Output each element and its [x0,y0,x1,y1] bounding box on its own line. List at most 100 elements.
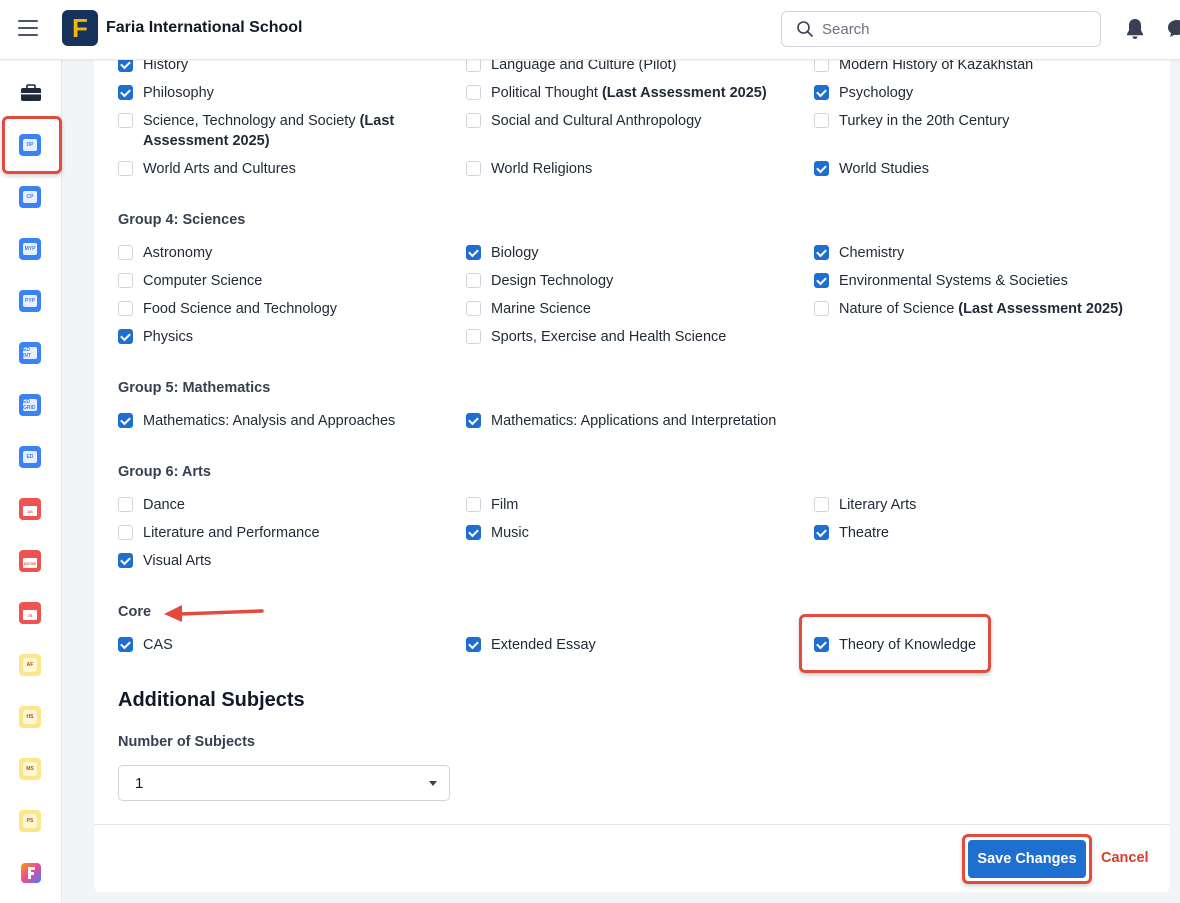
ed-grid-app-icon[interactable]: ED GRID [19,394,41,416]
subject-sports-exercise-health[interactable]: Sports, Exercise and Health Science [466,327,726,347]
checkbox[interactable] [118,273,133,288]
js-app-icon[interactable]: JS [19,602,41,624]
checkbox[interactable] [814,85,829,100]
subject-political-thought[interactable]: Political Thought (Last Assessment 2025) [466,83,767,103]
subject-music[interactable]: Music [466,523,529,543]
checkbox[interactable] [814,161,829,176]
checkbox[interactable] [118,161,133,176]
checkbox[interactable] [814,245,829,260]
briefcase-icon[interactable] [20,84,42,102]
subject-world-religions[interactable]: World Religions [466,159,592,179]
subject-literary-arts[interactable]: Literary Arts [814,495,916,515]
hamburger-menu-icon[interactable] [18,20,38,36]
hs-app-icon[interactable]: HS [19,706,41,728]
subject-theatre[interactable]: Theatre [814,523,889,543]
caret-down-icon [429,781,437,786]
subject-philosophy[interactable]: Philosophy [118,83,214,103]
myp-app-icon[interactable]: MYP [19,238,41,260]
subject-extended-essay[interactable]: Extended Essay [466,635,596,655]
save-changes-button[interactable]: Save Changes [968,840,1086,878]
checkbox[interactable] [466,85,481,100]
checkbox[interactable] [466,245,481,260]
subject-design-technology[interactable]: Design Technology [466,271,613,291]
checkbox[interactable] [118,301,133,316]
subject-psychology[interactable]: Psychology [814,83,913,103]
ps-app-label: PS [23,814,37,828]
checkbox[interactable] [466,301,481,316]
checkbox[interactable] [118,113,133,128]
checkbox[interactable] [118,525,133,540]
checkbox[interactable] [118,553,133,568]
checkbox[interactable] [814,497,829,512]
subject-dance[interactable]: Dance [118,495,185,515]
school-logo[interactable]: F [62,10,98,46]
cancel-link[interactable]: Cancel [1101,850,1149,866]
subject-suffix: (Last Assessment 2025) [601,85,767,101]
subject-physics[interactable]: Physics [118,327,193,347]
ps-app-icon[interactable]: PS [19,810,41,832]
checkbox[interactable] [118,245,133,260]
checkbox[interactable] [118,637,133,652]
checkbox[interactable] [814,113,829,128]
subject-cas[interactable]: CAS [118,635,173,655]
dp-app-icon[interactable]: DP [19,134,41,156]
faria-app-icon[interactable] [20,862,42,884]
checkbox[interactable] [466,525,481,540]
checkbox[interactable] [118,329,133,344]
subject-label: Biology [491,245,539,261]
subject-theory-of-knowledge[interactable]: Theory of Knowledge [814,635,976,655]
subject-chemistry[interactable]: Chemistry [814,243,904,263]
checkbox[interactable] [118,85,133,100]
checkbox[interactable] [814,525,829,540]
subject-environmental-systems[interactable]: Environmental Systems & Societies [814,271,1068,291]
subject-world-studies[interactable]: World Studies [814,159,929,179]
search-box[interactable] [781,11,1101,47]
checkbox[interactable] [466,329,481,344]
group-4-title: Group 4: Sciences [118,212,246,228]
checkbox[interactable] [466,637,481,652]
subject-world-arts-cultures[interactable]: World Arts and Cultures [118,159,296,179]
cp-app-label: CP [23,191,37,203]
chat-icon[interactable] [1166,18,1180,40]
subject-food-science[interactable]: Food Science and Technology [118,299,337,319]
subject-nature-of-science[interactable]: Nature of Science (Last Assessment 2025) [814,299,1123,319]
subject-astronomy[interactable]: Astronomy [118,243,212,263]
pyp-app-icon[interactable]: PYP [19,290,41,312]
subject-visual-arts[interactable]: Visual Arts [118,551,211,571]
ed-app-label: ED [23,451,37,463]
subject-literature-performance[interactable]: Literature and Performance [118,523,320,543]
checkbox[interactable] [118,413,133,428]
subject-math-applications[interactable]: Mathematics: Applications and Interpreta… [466,411,776,431]
subject-computer-science[interactable]: Computer Science [118,271,262,291]
checkbox[interactable] [814,301,829,316]
checkbox[interactable] [466,273,481,288]
as-app-icon[interactable]: AS [19,498,41,520]
subject-label: Marine Science [491,301,591,317]
bell-icon[interactable] [1124,17,1146,41]
additional-subjects-title: Additional Subjects [118,689,305,711]
subject-science-technology-society[interactable]: Science, Technology and Society (Last Ass… [118,111,438,151]
ms-app-icon[interactable]: MS [19,758,41,780]
af-app-icon[interactable]: AF [19,654,41,676]
checkbox[interactable] [466,113,481,128]
search-icon [797,21,813,37]
checkbox[interactable] [814,273,829,288]
cp-app-icon[interactable]: CP [19,186,41,208]
ed-app-icon[interactable]: ED [19,446,41,468]
checkbox[interactable] [814,637,829,652]
subject-social-cultural-anthropology[interactable]: Social and Cultural Anthropology [466,111,701,131]
subject-film[interactable]: Film [466,495,518,515]
subject-biology[interactable]: Biology [466,243,539,263]
igcse-app-icon[interactable]: IGCSE [19,550,41,572]
subject-label: Music [491,525,529,541]
subject-turkey-20th-century[interactable]: Turkey in the 20th Century [814,111,1009,131]
checkbox[interactable] [118,497,133,512]
ed-int-app-icon[interactable]: ED INT [19,342,41,364]
subject-marine-science[interactable]: Marine Science [466,299,591,319]
checkbox[interactable] [466,413,481,428]
number-of-subjects-select[interactable]: 1 [118,765,450,801]
checkbox[interactable] [466,497,481,512]
search-input[interactable] [822,20,1082,38]
checkbox[interactable] [466,161,481,176]
subject-math-analysis[interactable]: Mathematics: Analysis and Approaches [118,411,395,431]
